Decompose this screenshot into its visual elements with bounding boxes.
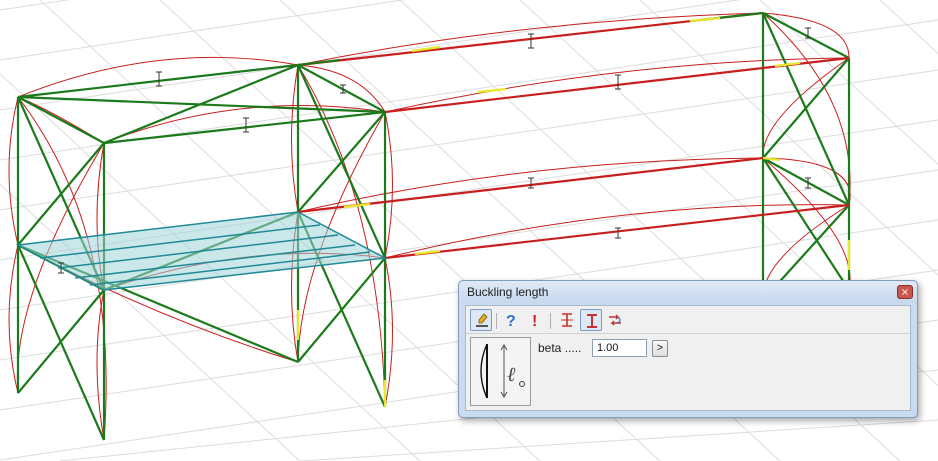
member-buckling-active-icon[interactable] [580, 309, 602, 331]
buckling-length-diagram-icon: ℓ [470, 337, 531, 406]
beta-label: beta ..... [538, 341, 582, 355]
warning-icon[interactable]: ! [524, 309, 546, 331]
toolbar: ? ! [470, 309, 906, 333]
swap-icon[interactable] [604, 309, 626, 331]
edit-icon[interactable] [470, 309, 492, 331]
buckling-length-dialog[interactable]: Buckling length × ? ! ℓ beta ..... 1.00 … [458, 280, 918, 418]
dialog-panel: ? ! ℓ beta ..... 1.00 > [465, 305, 911, 411]
dialog-titlebar[interactable]: Buckling length × [459, 281, 917, 303]
svg-text:ℓ: ℓ [507, 362, 516, 386]
svg-text:?: ? [506, 313, 516, 329]
beta-arrow-button[interactable]: > [652, 340, 668, 357]
svg-text:!: ! [532, 313, 537, 329]
toolbar-separator [496, 313, 497, 329]
close-button[interactable]: × [897, 285, 913, 299]
toolbar-divider [466, 333, 910, 334]
member-buckling-icon[interactable] [556, 309, 578, 331]
dialog-title: Buckling length [467, 285, 549, 299]
toolbar-separator [550, 313, 551, 329]
help-icon[interactable]: ? [500, 309, 522, 331]
beta-input[interactable] [592, 339, 647, 357]
